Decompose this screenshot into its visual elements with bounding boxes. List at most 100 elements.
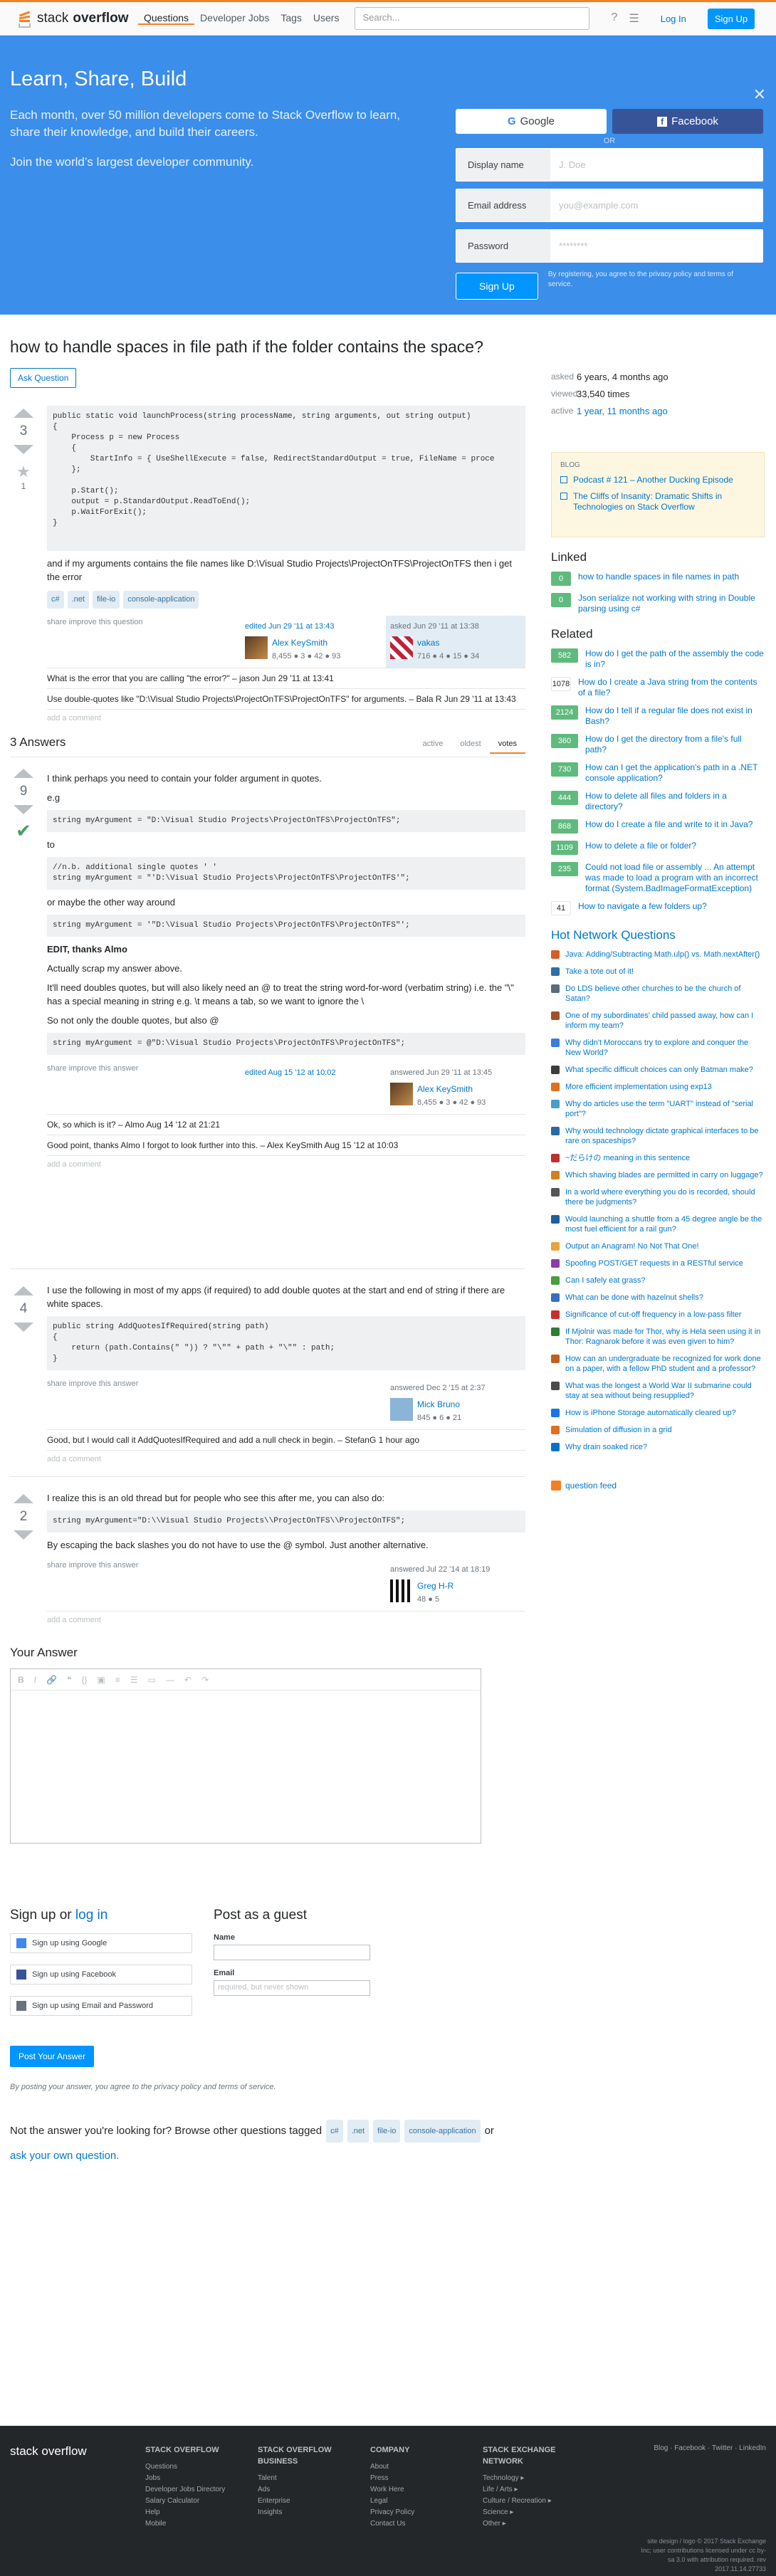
hot-link[interactable]: Can I safely eat grass? <box>565 1276 646 1286</box>
login-button[interactable]: Log In <box>654 9 693 29</box>
related-item[interactable]: 360 How do I get the directory from a fil… <box>551 734 765 755</box>
related-item[interactable]: 582 How do I get the path of the assembly… <box>551 648 765 670</box>
hot-link[interactable]: ~だらけの meaning in this sentence <box>565 1153 690 1163</box>
hot-question[interactable]: ~だらけの meaning in this sentence <box>551 1153 765 1163</box>
hot-question[interactable]: How can an undergraduate be recognized f… <box>551 1354 765 1374</box>
footer-link[interactable]: Work Here <box>370 2484 483 2496</box>
blog-link[interactable]: The Cliffs of Insanity: Dramatic Shifts … <box>573 491 755 512</box>
hot-question[interactable]: What was the longest a World War II subm… <box>551 1381 765 1401</box>
hot-question[interactable]: What specific difficult choices can only… <box>551 1065 765 1075</box>
post-actions[interactable]: share improve this answer <box>47 1559 138 1572</box>
undo-icon[interactable]: ↶ <box>184 1675 192 1685</box>
rule-icon[interactable]: ― <box>166 1675 174 1685</box>
footer-link[interactable]: Privacy Policy <box>370 2507 483 2518</box>
image-icon[interactable]: ▣ <box>97 1675 105 1685</box>
facebook-signup-button[interactable]: f Facebook <box>612 109 763 134</box>
related-item[interactable]: 235 Could not load file or assembly ... A… <box>551 862 765 894</box>
add-comment-link[interactable]: add a comment <box>47 709 525 722</box>
add-comment-link[interactable]: add a comment <box>47 1155 525 1169</box>
tag[interactable]: console-application <box>123 591 199 609</box>
hot-question[interactable]: More efficient implementation using exp1… <box>551 1082 765 1092</box>
hot-link[interactable]: If Mjolnir was made for Thor, why is Hel… <box>565 1327 765 1347</box>
user-name[interactable]: Alex KeySmith <box>417 1083 486 1096</box>
hot-question[interactable]: Simulation of diffusion in a grid <box>551 1425 765 1435</box>
related-link[interactable]: How to navigate a few folders up? <box>578 901 707 915</box>
hot-link[interactable]: Why do articles use the term "UART" inst… <box>565 1099 765 1119</box>
hot-question[interactable]: Why do articles use the term "UART" inst… <box>551 1099 765 1119</box>
hot-question[interactable]: Java: Adding/Subtracting Math.ulp() vs. … <box>551 950 765 960</box>
ordered-list-icon[interactable]: ≡ <box>115 1675 120 1685</box>
display-name-field[interactable]: Display name J. Doe <box>456 148 763 182</box>
related-item[interactable]: 1109 How to delete a file or folder? <box>551 841 765 855</box>
related-item[interactable]: 41 How to navigate a few folders up? <box>551 901 765 915</box>
hot-link[interactable]: Why didn't Moroccans try to explore and … <box>565 1038 765 1058</box>
signup-button[interactable]: Sign Up <box>707 8 755 29</box>
hot-link[interactable]: Spoofing POST/GET requests in a RESTful … <box>565 1258 743 1268</box>
linked-link[interactable]: how to handle spaces in file names in pa… <box>578 572 739 586</box>
facebook-signup-button[interactable]: Sign up using Facebook <box>10 1965 192 1984</box>
footer-link[interactable]: Mobile <box>145 2518 258 2530</box>
linked-item[interactable]: 0 how to handle spaces in file names in p… <box>551 572 765 586</box>
hot-question[interactable]: Spoofing POST/GET requests in a RESTful … <box>551 1258 765 1268</box>
hot-link[interactable]: Which shaving blades are permitted in ca… <box>565 1170 763 1180</box>
heading-icon[interactable]: ▭ <box>148 1675 156 1685</box>
hot-question[interactable]: In a world where everything you do is re… <box>551 1187 765 1207</box>
upvote-icon[interactable] <box>14 769 33 778</box>
footer-link[interactable]: Legal <box>370 2496 483 2507</box>
google-signup-button[interactable]: G Google <box>456 109 607 134</box>
tag[interactable]: .net <box>67 591 89 609</box>
linked-item[interactable]: 0 Json serialize not working with string … <box>551 593 765 614</box>
hot-question[interactable]: Do LDS believe other churches to be the … <box>551 984 765 1004</box>
post-actions[interactable]: share improve this question <box>47 616 143 629</box>
logo[interactable]: stack overflow <box>17 10 138 28</box>
nav-tags[interactable]: Tags <box>275 12 308 25</box>
hot-link[interactable]: What was the longest a World War II subm… <box>565 1381 765 1401</box>
search-input[interactable]: Search... <box>355 7 590 30</box>
tag[interactable]: file-io <box>92 591 120 609</box>
related-link[interactable]: How can I get the application's path in … <box>585 762 765 784</box>
linked-link[interactable]: Json serialize not working with string i… <box>578 593 765 614</box>
hot-link[interactable]: What specific difficult choices can only… <box>565 1065 753 1075</box>
hot-link[interactable]: One of my subordinates' child passed awa… <box>565 1011 765 1031</box>
footer-link[interactable]: Talent <box>258 2473 370 2484</box>
nav-questions[interactable]: Questions <box>138 12 195 25</box>
tag[interactable]: .net <box>347 2120 369 2143</box>
google-signup-button[interactable]: Sign up using Google <box>10 1933 192 1953</box>
footer-link[interactable]: Insights <box>258 2507 370 2518</box>
related-item[interactable]: 2124 How do I tell if a regular file does… <box>551 705 765 727</box>
nav-jobs[interactable]: Developer Jobs <box>194 12 275 25</box>
footer-link[interactable]: Press <box>370 2473 483 2484</box>
upvote-icon[interactable] <box>14 409 33 418</box>
bold-icon[interactable]: B <box>18 1675 24 1685</box>
hot-link[interactable]: Do LDS believe other churches to be the … <box>565 984 765 1004</box>
avatar[interactable] <box>390 1579 413 1602</box>
tag[interactable]: c# <box>47 591 64 609</box>
hot-link[interactable]: Why would technology dictate graphical i… <box>565 1126 765 1146</box>
hot-question[interactable]: One of my subordinates' child passed awa… <box>551 1011 765 1031</box>
user-name[interactable]: Greg H-R <box>417 1579 453 1593</box>
email-signup-button[interactable]: Sign up using Email and Password <box>10 1996 192 2016</box>
question-feed-link[interactable]: question feed <box>551 1481 765 1491</box>
hot-question[interactable]: If Mjolnir was made for Thor, why is Hel… <box>551 1327 765 1347</box>
footer-link[interactable]: Contact Us <box>370 2518 483 2530</box>
related-link[interactable]: How do I tell if a regular file does not… <box>585 705 765 727</box>
footer-link[interactable]: Developer Jobs Directory <box>145 2484 258 2496</box>
quote-icon[interactable]: ❝ <box>67 1675 71 1685</box>
italic-icon[interactable]: I <box>34 1675 36 1685</box>
post-answer-button[interactable]: Post Your Answer <box>10 2046 95 2067</box>
sort-oldest[interactable]: oldest <box>451 735 489 754</box>
related-link[interactable]: Could not load file or assembly ... An a… <box>585 862 765 894</box>
hot-link[interactable]: Significance of cut-off frequency in a l… <box>565 1310 741 1320</box>
answer-editor[interactable]: B I 🔗 ❝ {} ▣ ≡ ☰ ▭ ― ↶ ↷ <box>10 1668 481 1844</box>
hot-question[interactable]: Take a tote out of it! <box>551 967 765 977</box>
footer-link[interactable]: Salary Calculator <box>145 2496 258 2507</box>
hot-link[interactable]: Would launching a shuttle from a 45 degr… <box>565 1214 765 1234</box>
related-item[interactable]: 444 How to delete all files and folders i… <box>551 791 765 812</box>
ask-question-button[interactable]: Ask Question <box>10 368 77 388</box>
favorite-star-icon[interactable]: ★ <box>16 463 31 481</box>
tag[interactable]: c# <box>326 2120 343 2143</box>
hot-question[interactable]: Why didn't Moroccans try to explore and … <box>551 1038 765 1058</box>
redo-icon[interactable]: ↷ <box>201 1675 209 1685</box>
nav-users[interactable]: Users <box>308 12 345 25</box>
bullet-list-icon[interactable]: ☰ <box>130 1675 138 1685</box>
